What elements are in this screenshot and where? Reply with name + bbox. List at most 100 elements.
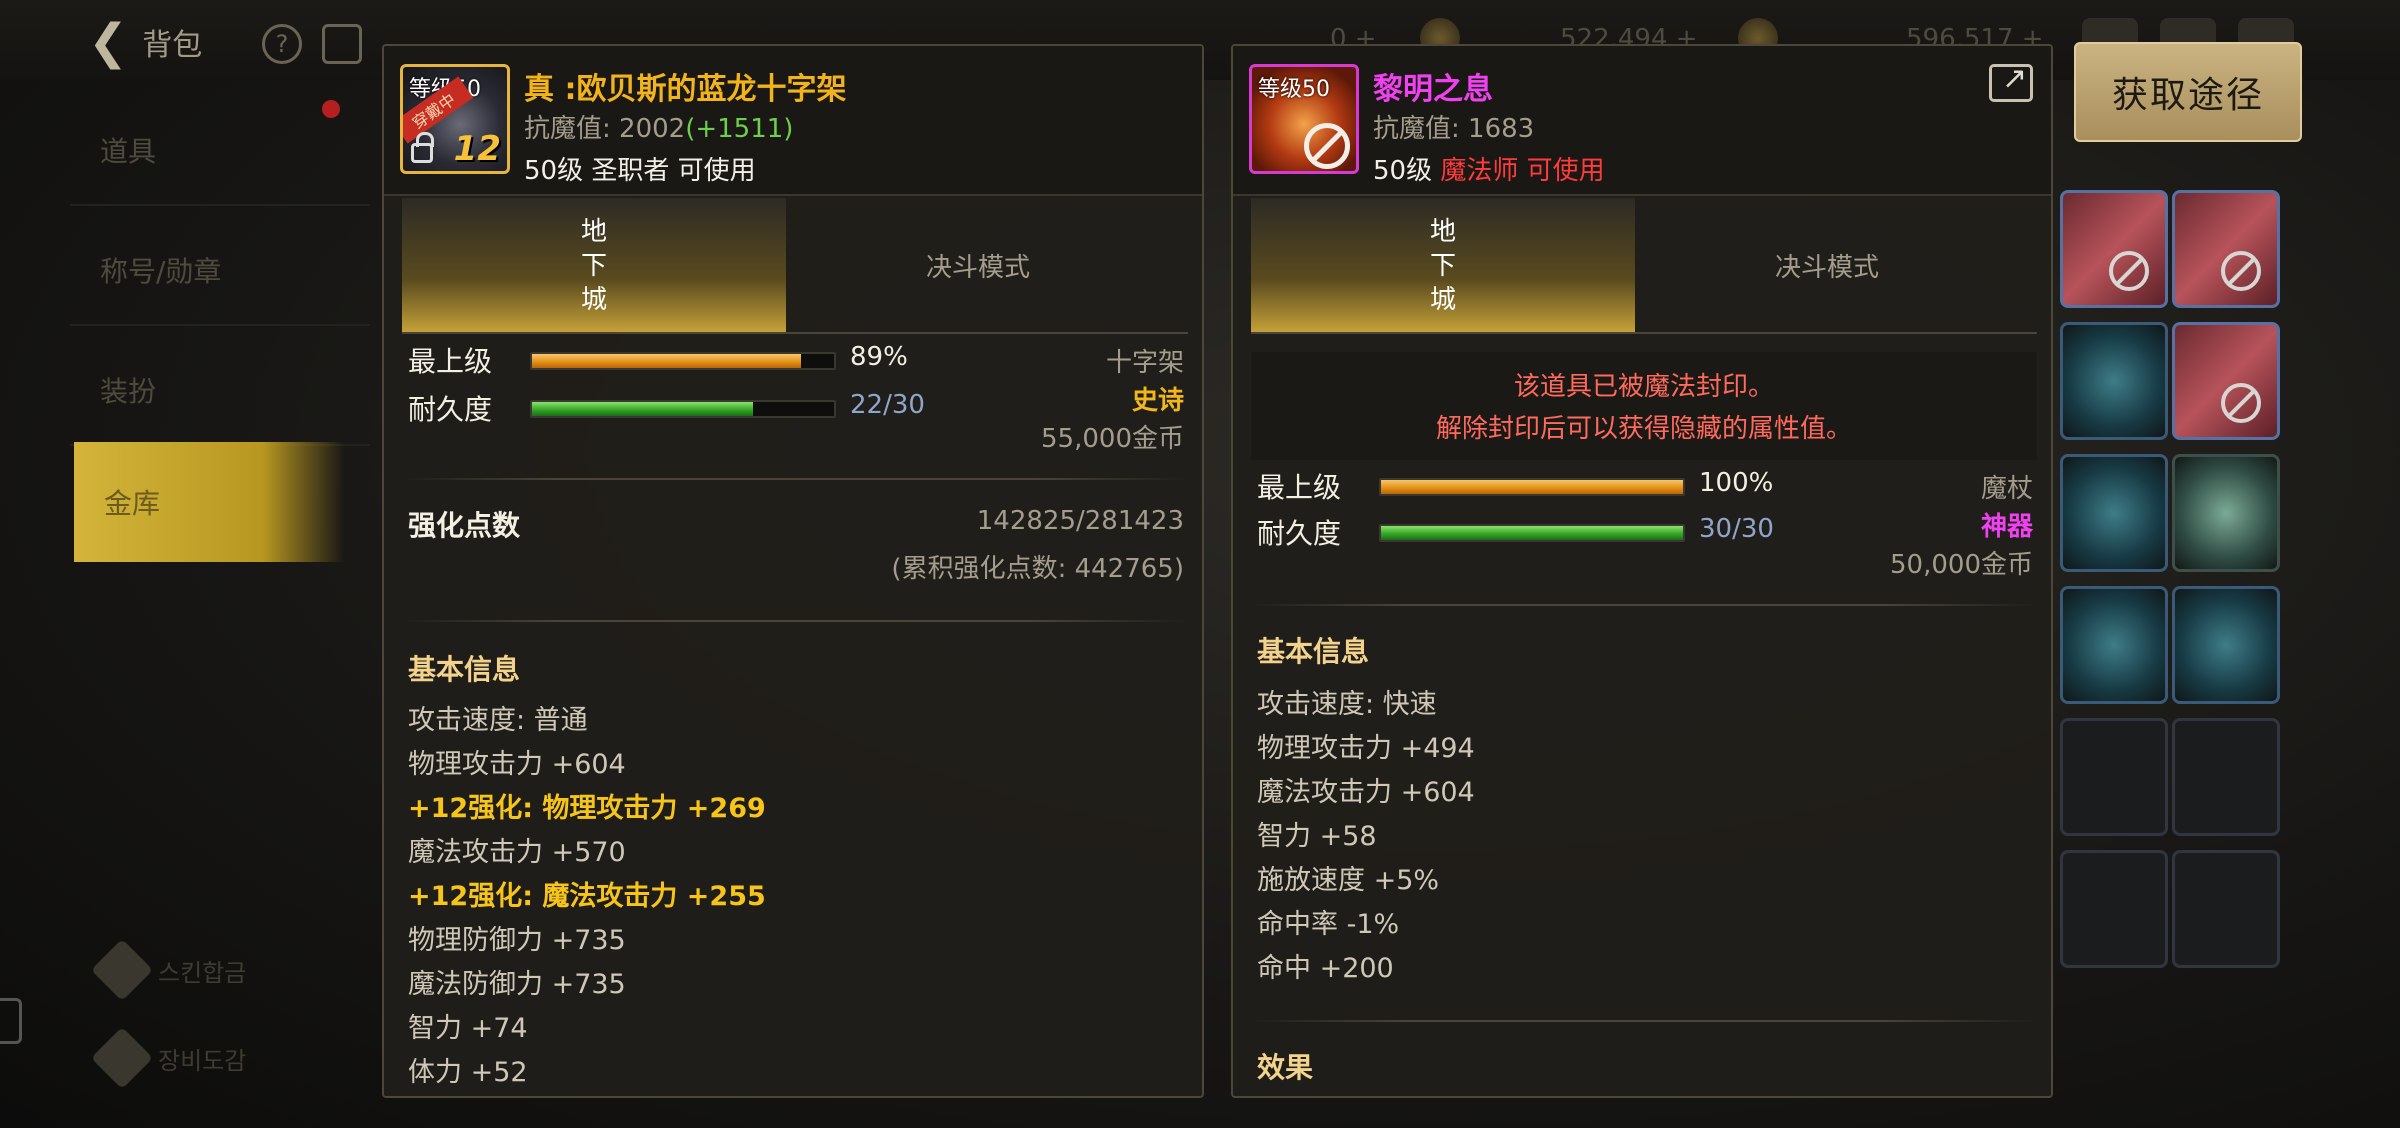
notification-dot [322, 100, 340, 118]
tab-dungeon[interactable]: 地 下 城 [1251, 198, 1635, 334]
tab-dungeon[interactable]: 地 下 城 [402, 198, 786, 334]
stat-line: 攻击速度: 快速 [1257, 689, 1437, 720]
resist-value: 1683 [1468, 114, 1535, 144]
stat-line-reinforce: +12强化: 物理攻击力 +269 [408, 793, 766, 824]
durability-fill [1381, 526, 1683, 540]
item-type: 魔杖 [1980, 474, 2033, 504]
left-nav: 道具 称号/勋章 装扮 金库 [70, 96, 370, 576]
max-level-value: 100% [1699, 468, 1774, 498]
reinforce-total: (累积强化点数: 442765) [891, 554, 1184, 584]
bottom-nav-label: 스킨합금 [158, 958, 247, 987]
max-level-value: 89% [850, 342, 908, 372]
requirement: 50级 魔法师 可使用 [1373, 150, 1605, 187]
tab-char: 下 [580, 251, 607, 281]
durability-bar [1379, 524, 1685, 542]
nav-item-avatar[interactable]: 装扮 [70, 336, 370, 446]
bag-icon[interactable] [322, 24, 362, 64]
tab-char: 城 [1429, 285, 1456, 315]
stat-line: 魔法攻击力 +570 [408, 837, 626, 868]
inventory-slot[interactable] [2172, 586, 2280, 704]
max-level-label: 最上级 [1257, 471, 1342, 504]
inventory-slot[interactable] [2060, 718, 2168, 836]
max-level-fill [532, 354, 801, 368]
durability-fill [532, 402, 754, 416]
stat-line: 智力 +74 [408, 1013, 528, 1044]
inventory-slot[interactable] [2060, 850, 2168, 968]
divider [402, 478, 1188, 480]
item-header: 等级50 穿戴中 12 真 :欧贝斯的蓝龙十字架 抗魔值: 2002(+1511… [384, 46, 1202, 196]
inventory-slot[interactable] [2060, 190, 2168, 308]
durability-value: 30/30 [1699, 514, 1774, 544]
wand-weapon-icon: 等级50 [1249, 64, 1359, 174]
stat-line: 命中率 -1% [1257, 909, 1400, 940]
inventory-slot[interactable] [2172, 454, 2280, 572]
tab-duel[interactable]: 决斗模式 [1635, 198, 2019, 334]
cross-weapon-icon: 等级50 穿戴中 12 [400, 64, 510, 174]
edge-handle[interactable] [0, 998, 22, 1044]
back-button[interactable]: ❮ 背包 [88, 14, 238, 70]
divider [1251, 1020, 2037, 1022]
stat-line-reinforce: +12强化: 魔法攻击力 +255 [408, 881, 766, 912]
lock-icon [411, 132, 434, 163]
nav-item-vault[interactable]: 金库 [74, 442, 344, 562]
durability-value: 22/30 [850, 390, 925, 420]
nav-label: 金库 [104, 487, 161, 520]
tab-underline [402, 332, 1188, 334]
inventory-slot[interactable] [2060, 586, 2168, 704]
stat-line: 魔法攻击力 +604 [1257, 777, 1475, 808]
item-price: 55,000金币 [1041, 424, 1184, 454]
item-rarity: 史诗 [1131, 386, 1184, 416]
nav-label: 装扮 [100, 375, 157, 408]
requirement-level: 50级 [1373, 156, 1441, 186]
unusable-icon [2221, 383, 2261, 423]
inventory-slot[interactable] [2172, 190, 2280, 308]
resist-label: 抗魔值: [1373, 114, 1469, 144]
inventory-slot[interactable] [2172, 850, 2280, 968]
back-label: 背包 [142, 28, 203, 63]
item-name: 真 :欧贝斯的蓝龙十字架 [524, 72, 847, 107]
stat-line: 魔法防御力 +735 [408, 969, 626, 1000]
resist-bonus: (+1511) [685, 114, 794, 144]
seal-line-1: 该道具已被魔法封印。 [1513, 372, 1774, 402]
stat-line: 攻击速度: 普通 [408, 705, 588, 736]
reinforce-level: 12 [453, 129, 501, 169]
stat-line: 命中 +200 [1257, 953, 1394, 984]
reinforce-points-label: 强化点数 [408, 509, 521, 542]
back-arrow-icon[interactable]: ❮ [88, 14, 128, 70]
tab-duel[interactable]: 决斗模式 [786, 198, 1170, 334]
nav-label: 道具 [100, 135, 157, 168]
nav-label: 称号/勋章 [100, 255, 222, 288]
tab-char: 地 [1429, 217, 1456, 247]
unusable-icon [2109, 251, 2149, 291]
nav-skin-synthesis[interactable]: 스킨합금 [90, 938, 300, 1002]
nav-item-titles[interactable]: 称号/勋章 [70, 216, 370, 326]
requirement: 50级 圣职者 可使用 [524, 156, 756, 186]
inventory-slot[interactable] [2060, 322, 2168, 440]
tab-char: 城 [580, 285, 607, 315]
inventory-slot[interactable] [2060, 454, 2168, 572]
equipped-item-tooltip: 等级50 穿戴中 12 真 :欧贝斯的蓝龙十字架 抗魔值: 2002(+1511… [382, 44, 1204, 1098]
share-icon[interactable] [1989, 61, 2033, 102]
compare-item-tooltip: 等级50 黎明之息 抗魔值: 1683 50级 魔法师 可使用 地 下 城 决斗… [1231, 44, 2053, 1098]
inventory-slot[interactable] [2172, 718, 2280, 836]
help-icon[interactable]: ? [262, 24, 302, 64]
icon-level-text: 等级50 [1258, 77, 1330, 102]
bottom-nav-label: 장비도감 [158, 1046, 247, 1075]
basic-info-title: 基本信息 [408, 653, 521, 686]
get-path-button[interactable]: 获取途径 [2074, 42, 2302, 142]
item-header: 等级50 黎明之息 抗魔值: 1683 50级 魔法师 可使用 [1233, 46, 2051, 196]
tab-char: 下 [1429, 251, 1456, 281]
reinforce-points: 142825/281423 [976, 506, 1184, 536]
magic-resist: 抗魔值: 2002(+1511) [524, 108, 793, 145]
requirement-class: 魔法师 可使用 [1440, 156, 1605, 186]
tab-char: 地 [580, 217, 607, 247]
divider [1251, 604, 2037, 606]
inventory-slot[interactable] [2172, 322, 2280, 440]
stat-line: 体力 +52 [408, 1057, 528, 1088]
max-level-bar [1379, 478, 1685, 496]
item-rarity: 神器 [1980, 512, 2033, 542]
nav-equipment-codex[interactable]: 장비도감 [90, 1026, 300, 1090]
durability-label: 耐久度 [1257, 517, 1342, 550]
basic-info-title: 基本信息 [1257, 635, 1370, 668]
stat-line: 智力 +58 [1257, 821, 1377, 852]
